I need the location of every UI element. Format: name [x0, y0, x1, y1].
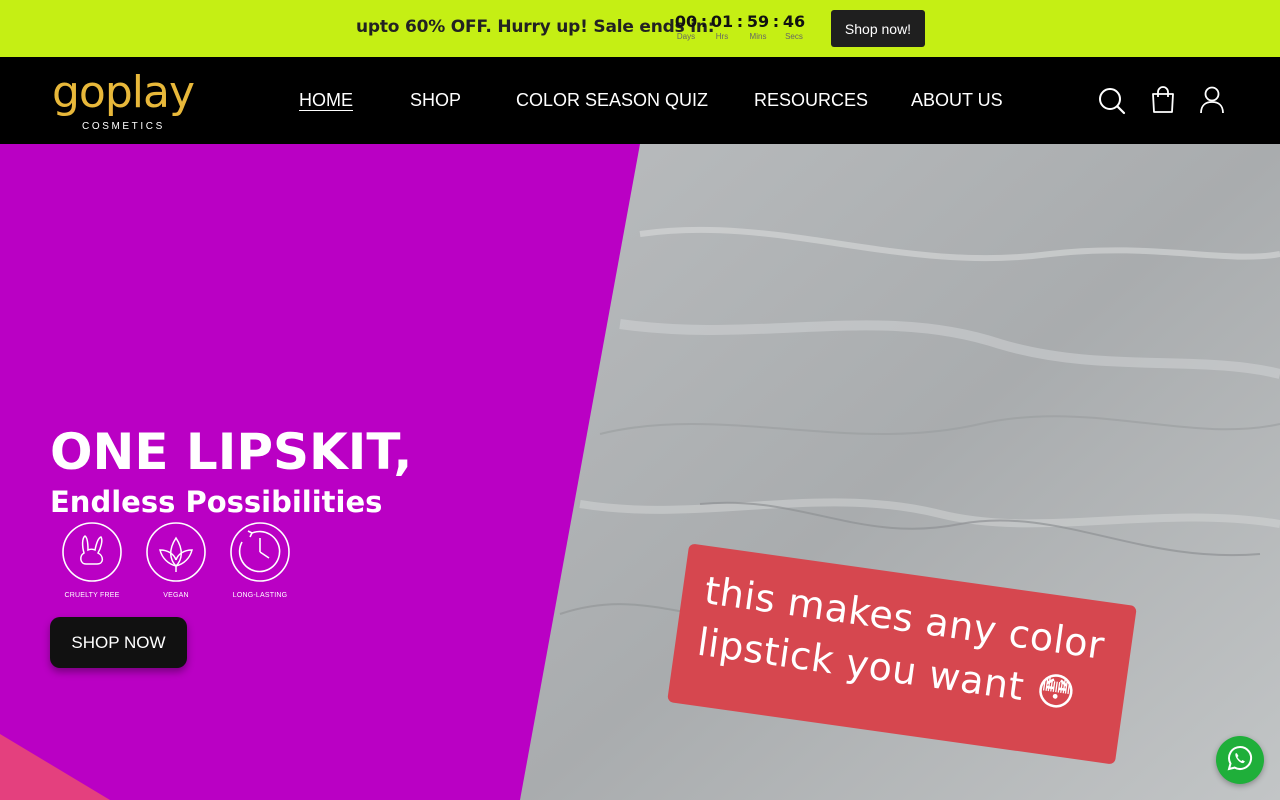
whatsapp-icon [1226, 744, 1254, 776]
rabbit-icon [60, 520, 124, 588]
nav-item-color-season-quiz[interactable]: COLOR SEASON QUIZ [516, 89, 708, 111]
clock-icon [228, 520, 292, 588]
hero-title: ONE LIPSKIT, [50, 423, 413, 481]
countdown-separator: : [772, 12, 780, 31]
nav-item-home[interactable]: HOME [299, 89, 353, 111]
badge-long-lasting: LONG-LASTING [218, 520, 302, 599]
countdown-days: 00 Days [674, 12, 698, 41]
logo-wordmark: goplay [52, 67, 195, 118]
countdown-seconds: 46 Secs [782, 12, 806, 41]
badge-cruelty-free: CRUELTY FREE [50, 520, 134, 599]
badge-label: LONG-LASTING [232, 592, 288, 599]
nav-item-about-us[interactable]: ABOUT US [911, 89, 1003, 111]
badge-label: CRUELTY FREE [64, 592, 120, 599]
site-header: goplay COSMETICS HOME SHOP COLOR SEASON … [0, 57, 1280, 144]
whatsapp-chat-button[interactable] [1216, 736, 1264, 784]
countdown-separator: : [700, 12, 708, 31]
feature-badges: CRUELTY FREE VEGAN LONG-LASTING [50, 520, 302, 599]
countdown-hours: 01 Hrs [710, 12, 734, 41]
search-icon[interactable] [1098, 85, 1126, 115]
badge-label: VEGAN [163, 592, 189, 599]
nav-item-resources[interactable]: RESOURCES [754, 89, 868, 111]
announcement-text: upto 60% OFF. Hurry up! Sale ends in: [356, 17, 715, 37]
account-icon[interactable] [1199, 85, 1227, 115]
hero-section: ONE LIPSKIT, Endless Possibilities CRUEL… [0, 144, 1280, 800]
countdown-minutes: 59 Mins [746, 12, 770, 41]
logo[interactable]: goplay COSMETICS [52, 67, 202, 135]
leaf-icon [144, 520, 208, 588]
logo-subtitle: COSMETICS [82, 121, 165, 132]
announcement-shop-now-button[interactable]: Shop now! [831, 10, 925, 47]
hero-shop-now-button[interactable]: SHOP NOW [50, 617, 187, 668]
badge-vegan: VEGAN [134, 520, 218, 599]
nav-item-shop[interactable]: SHOP [410, 89, 461, 111]
announcement-bar: upto 60% OFF. Hurry up! Sale ends in: 00… [0, 0, 1280, 57]
cart-icon[interactable] [1150, 85, 1178, 115]
hero-subtitle: Endless Possibilities [50, 485, 383, 519]
countdown-separator: : [736, 12, 744, 31]
countdown-timer: 00 Days : 01 Hrs : 59 Mins : 46 Secs [673, 12, 807, 42]
